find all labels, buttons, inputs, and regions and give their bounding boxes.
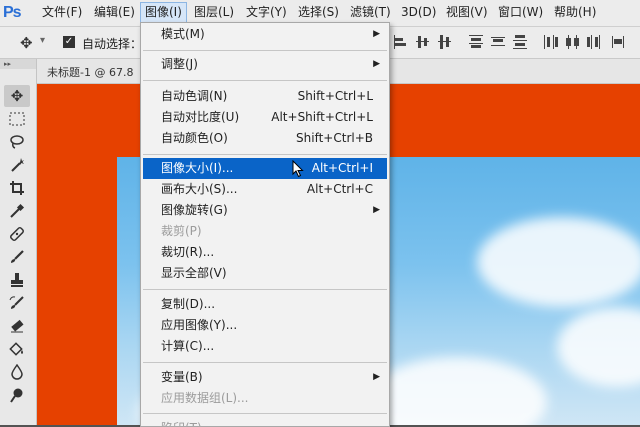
menu-type[interactable]: 文字(Y) (242, 3, 291, 22)
menu-view[interactable]: 视图(V) (442, 3, 492, 22)
menu-item-auto-tone[interactable]: 自动色调(N) Shift+Ctrl+L (143, 86, 387, 107)
menu-item-trap: 陷印(T)... (143, 418, 387, 426)
menu-item-auto-color[interactable]: 自动颜色(O) Shift+Ctrl+B (143, 128, 387, 149)
menu-help[interactable]: 帮助(H) (550, 3, 600, 22)
menu-item-apply-data-set: 应用数据组(L)... (161, 391, 249, 405)
menu-separator (143, 362, 387, 363)
menu-window[interactable]: 窗口(W) (494, 3, 547, 22)
move-tool-icon[interactable]: ✥ (4, 85, 30, 107)
move-tool-icon[interactable]: ✥ (20, 34, 33, 52)
distribute-horizontal-center-icon[interactable] (564, 33, 580, 51)
distribute-right-icon[interactable] (586, 33, 602, 51)
eraser-tool-icon[interactable] (4, 315, 30, 337)
menu-item-reveal-all[interactable]: 显示全部(V) (143, 263, 387, 284)
menu-separator (143, 80, 387, 81)
menu-item-auto-contrast[interactable]: 自动对比度(U) Alt+Shift+Ctrl+L (143, 107, 387, 128)
healing-brush-tool-icon[interactable] (4, 223, 30, 245)
menu-separator (143, 50, 387, 51)
auto-select-label: 自动选择： (82, 37, 143, 51)
menu-3d[interactable]: 3D(D) (397, 3, 440, 22)
auto-select-checkbox[interactable]: ✓ (63, 36, 75, 48)
menu-item-image-size[interactable]: 图像大小(I)... Alt+Ctrl+I (143, 158, 387, 179)
distribute-top-icon[interactable] (468, 33, 484, 51)
menu-item-mode[interactable]: 模式(M) ▶ (143, 24, 387, 45)
menu-separator (143, 413, 387, 414)
chevron-down-icon[interactable]: ▾ (40, 35, 45, 46)
menu-item-apply-image[interactable]: 应用图像(Y)... (143, 315, 387, 336)
align-bottom-icon[interactable] (436, 33, 452, 51)
magic-wand-tool-icon[interactable] (4, 154, 30, 176)
collapse-icon[interactable]: ▸▸ (0, 59, 36, 69)
menu-layer[interactable]: 图层(L) (190, 3, 238, 22)
document-tab-label: 未标题-1 @ 67.8 (47, 66, 134, 79)
distribute-widths-icon[interactable] (610, 33, 626, 51)
align-left-icon[interactable] (392, 33, 408, 51)
lasso-tool-icon[interactable] (4, 131, 30, 153)
menu-item-variables[interactable]: 变量(B) ▶ (143, 367, 387, 388)
eyedropper-tool-icon[interactable] (4, 200, 30, 222)
distribute-left-icon[interactable] (542, 33, 558, 51)
cloud (477, 217, 640, 307)
menu-separator (143, 154, 387, 155)
paint-bucket-tool-icon[interactable] (4, 338, 30, 360)
crop-tool-icon[interactable] (4, 177, 30, 199)
menu-item-image-rotation[interactable]: 图像旋转(G) ▶ (143, 200, 387, 221)
marquee-tool-icon[interactable] (4, 108, 30, 130)
history-brush-tool-icon[interactable] (4, 292, 30, 314)
menu-item-adjustments[interactable]: 调整(J) ▶ (143, 54, 387, 75)
distribute-bottom-icon[interactable] (512, 33, 528, 51)
menu-filter[interactable]: 滤镜(T) (346, 3, 395, 22)
submenu-arrow-icon: ▶ (373, 59, 380, 69)
menu-image[interactable]: 图像(I) (140, 2, 187, 23)
menu-edit[interactable]: 编辑(E) (90, 3, 139, 22)
menu-item-duplicate[interactable]: 复制(D)... (143, 294, 387, 315)
photoshop-logo: Ps (3, 4, 22, 21)
image-menu-dropdown: 模式(M) ▶ 调整(J) ▶ 自动色调(N) Shift+Ctrl+L 自动对比度(… (140, 22, 390, 427)
submenu-arrow-icon: ▶ (373, 372, 380, 382)
align-center-vertical-icon[interactable] (414, 33, 430, 51)
distribute-center-icon[interactable] (490, 33, 506, 51)
menu-item-calculations[interactable]: 计算(C)... (143, 336, 387, 357)
menu-select[interactable]: 选择(S) (294, 3, 343, 22)
clone-stamp-tool-icon[interactable] (4, 269, 30, 291)
menu-file[interactable]: 文件(F) (38, 3, 86, 22)
cloud (367, 357, 547, 425)
submenu-arrow-icon: ▶ (373, 205, 380, 215)
blur-tool-icon[interactable] (4, 361, 30, 383)
menu-separator (143, 289, 387, 290)
cloud (557, 307, 640, 387)
tools-panel: ▸▸ ✥ (0, 59, 37, 425)
menu-item-trim[interactable]: 裁切(R)... (143, 242, 387, 263)
submenu-arrow-icon: ▶ (373, 29, 380, 39)
mouse-cursor-icon (292, 160, 304, 178)
menu-item-crop: 裁剪(P) (161, 224, 202, 238)
dodge-tool-icon[interactable] (4, 384, 30, 406)
menu-item-canvas-size[interactable]: 画布大小(S)... Alt+Ctrl+C (143, 179, 387, 200)
brush-tool-icon[interactable] (4, 246, 30, 268)
